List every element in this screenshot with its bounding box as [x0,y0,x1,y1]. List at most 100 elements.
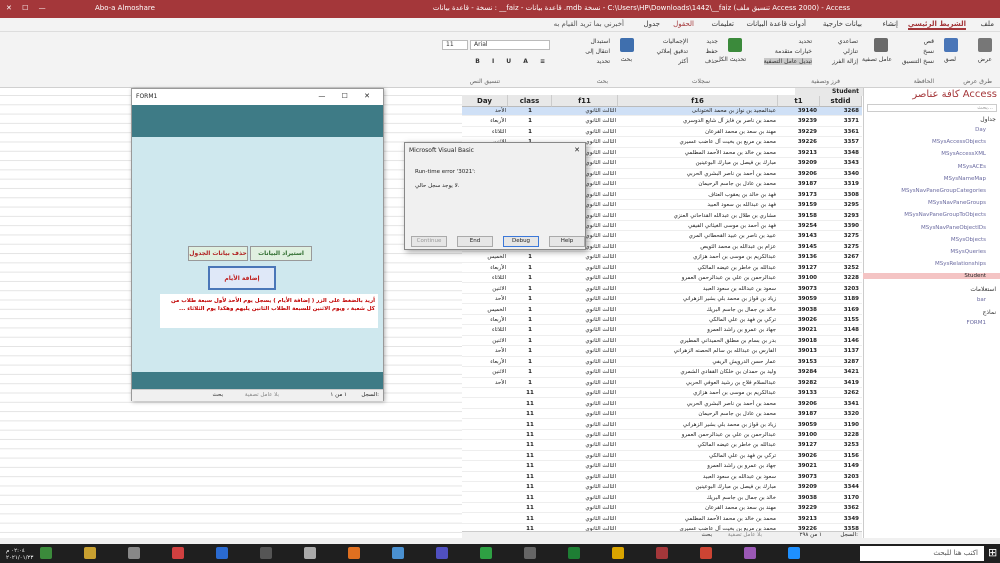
view-button[interactable]: عرض [978,56,992,63]
cell-f11[interactable]: الثالث الثانوي [552,441,618,450]
cell-cls[interactable]: 1 [508,368,552,377]
table-row[interactable]: 11 الثالث الثانوي مبارك بن فيصل بن مبارك ا… [462,483,862,493]
cell-f16[interactable]: محمد بن أحمد بن ناصر البشري الحربي [618,400,778,409]
taskbar-app-icon[interactable] [480,547,492,559]
end-button[interactable]: End [457,236,493,247]
cell-day[interactable]: الخميس [462,253,508,262]
cell-t1[interactable]: 39213 [778,149,820,158]
spelling-button[interactable]: تدقيق إملائي [656,48,688,55]
refresh-icon[interactable] [728,38,742,52]
nav-section-header[interactable]: استعلامات [970,286,996,293]
cell-f16[interactable]: محمد بن خالد بن محمد الأحمد المطلمي [618,149,778,158]
table-row[interactable]: 11 الثالث الثانوي عبدالرحمن بن علي بن عبدا… [462,431,862,441]
cell-t1[interactable]: 39100 [778,274,820,283]
select-button[interactable]: تحديد [596,58,610,65]
cell-sid[interactable]: 3341 [820,400,862,409]
cell-cls[interactable]: 1 [508,128,552,137]
tab-fields[interactable]: الحقول [673,20,694,28]
window-controls[interactable]: ✕ ☐ — [6,4,50,12]
cell-sid[interactable]: 3156 [820,452,862,461]
user-name[interactable]: Abo-a Almoshare [95,4,155,12]
taskbar-app-icon[interactable] [348,547,360,559]
nav-item[interactable]: MSysNavPaneGroupToObjects [904,212,986,218]
goto-button[interactable]: انتقال إلى [585,48,610,55]
cell-sid[interactable]: 3287 [820,358,862,367]
cell-cls[interactable]: 11 [508,452,552,461]
cell-t1[interactable]: 39229 [778,504,820,513]
cell-f16[interactable]: عبدالسلام فلاح بن رشيد العوفي الحربي [618,379,778,388]
cell-t1[interactable]: 39206 [778,170,820,179]
cell-t1[interactable]: 39127 [778,264,820,273]
cell-f16[interactable]: عبدالمجيد بن نواز بن محمد الختونانى [618,107,778,116]
cell-sid[interactable]: 3170 [820,494,862,503]
cell-f16[interactable]: زياد بن قواز بن محمد بلي بشير الزهراني [618,295,778,304]
cell-sid[interactable]: 3362 [820,504,862,513]
table-row[interactable]: 11 الثالث الثانوي زياد بن قواز بن محمد بلي… [462,421,862,430]
taskbar-app-icon[interactable] [744,547,756,559]
table-row[interactable]: الاثنين 1 الثالث الثانوي سعود بن عبدالله بن… [462,285,862,294]
cell-f11[interactable]: الثالث الثانوي [552,128,618,137]
nav-item[interactable]: MSysAccessObjects [932,139,986,145]
cell-day[interactable]: الاثنين [462,337,508,346]
cell-f16[interactable]: مهند بن سعد بن محمد القرعان [618,504,778,513]
cell-sid[interactable]: 3228 [820,431,862,440]
table-row[interactable]: الاثنين 1 الثالث الثانوي بدر بن بسام بن مطل… [462,337,862,347]
taskbar-app-icon[interactable] [84,547,96,559]
cell-t1[interactable]: 39254 [778,222,820,231]
debug-button[interactable]: Debug [503,236,539,247]
cell-day[interactable]: الأربعاء [462,264,508,273]
table-row[interactable]: الثلاثاء 1 الثالث الثانوي عبدالرحمن بن علي … [462,274,862,284]
table-row[interactable]: الثلاثاء 1 الثالث الثانوي جهاد بن عمرو بن ر… [462,326,862,336]
help-button[interactable]: Help [549,236,585,247]
windows-start-icon[interactable]: ⊞ [988,546,997,559]
find-button[interactable]: بحث [621,56,632,63]
table-row[interactable]: 11 الثالث الثانوي محمد بن خالد بن محمد الأ… [462,515,862,524]
cell-day[interactable]: الأحد [462,379,508,388]
table-row[interactable]: الأربعاء 1 الثالث الثانوي عبدالله بن خاطر ب… [462,264,862,274]
table-row[interactable]: 11 الثالث الثانوي تركي بن فهد بن علي المال… [462,452,862,462]
delete-table-data-button[interactable]: حذف بيانات الجدول [188,246,248,261]
cell-sid[interactable]: 3357 [820,138,862,147]
cell-f16[interactable]: سعود بن عبدالله بن سعود العبيد [618,285,778,294]
cell-f11[interactable]: الثالث الثانوي [552,431,618,440]
cell-t1[interactable]: 39187 [778,180,820,189]
cell-t1[interactable]: 39206 [778,400,820,409]
descending-button[interactable]: تنازلي [843,48,858,55]
cell-t1[interactable]: 39127 [778,441,820,450]
cell-sid[interactable]: 3203 [820,473,862,482]
cell-f11[interactable]: الثالث الثانوي [552,274,618,283]
nav-item[interactable]: bar [977,297,986,303]
toggle-filter-button[interactable]: تبديل عامل التصفية [763,58,812,65]
nav-item[interactable]: MSysNameMap [944,176,986,182]
cell-f16[interactable]: عمار حسن الدرويش الريفي [618,358,778,367]
table-row[interactable]: 11 الثالث الثانوي محمد بن عادل بن جاسم الر… [462,410,862,420]
cell-f16[interactable]: تركي بن فهد بن علي المالكي [618,452,778,461]
cell-f16[interactable]: خالد بن جمال بن جاسم البريك [618,494,778,503]
cell-f16[interactable]: عبدالرحمن بن علي بن عبدالرحمن العمرو [618,274,778,283]
nav-item[interactable]: Day [975,127,986,133]
cell-cls[interactable]: 11 [508,504,552,513]
filter-button[interactable]: عامل تصفية [862,56,892,63]
cell-f11[interactable]: الثالث الثانوي [552,337,618,346]
font-size-select[interactable]: 11 [442,40,468,50]
text-format-buttons[interactable]: B I U A ≡ [475,58,550,65]
cell-sid[interactable]: 3275 [820,232,862,241]
cell-t1[interactable]: 39073 [778,473,820,482]
table-row[interactable]: الثلاثاء 1 الثالث الثانوي مهند بن سعد بن مح… [462,128,862,138]
cell-day[interactable]: الثلاثاء [462,128,508,137]
cell-sid[interactable]: 3319 [820,180,862,189]
cell-sid[interactable]: 3320 [820,410,862,419]
cell-t1[interactable]: 39133 [778,389,820,398]
nav-section-header[interactable]: نماذج [982,309,996,316]
cell-f16[interactable]: عبدالكريم بن موسى بن أحمد هزازي [618,389,778,398]
cell-cls[interactable]: 1 [508,379,552,388]
cell-t1[interactable]: 39284 [778,368,820,377]
save-record-button[interactable]: حفظ [706,48,718,55]
cell-t1[interactable]: 39213 [778,515,820,524]
datasheet-tab[interactable]: Student [795,88,863,96]
cell-f16[interactable]: فهد بن خالد بن يعقوب العتاف [618,191,778,200]
nav-item[interactable]: MSysNavPaneGroupCategories [901,188,986,194]
cell-f16[interactable]: محمد بن ناصر بن فايز آل شايع الدوسري [618,117,778,126]
cell-f11[interactable]: الثالث الثانوي [552,421,618,430]
cell-sid[interactable]: 3343 [820,159,862,168]
